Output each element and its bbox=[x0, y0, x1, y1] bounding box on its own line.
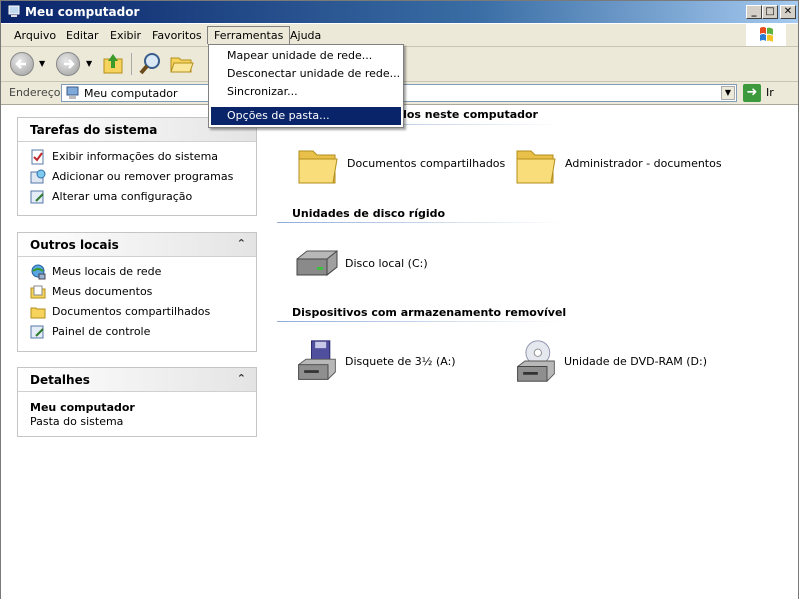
folders-icon[interactable] bbox=[169, 52, 195, 76]
address-label: Endereço bbox=[9, 86, 61, 99]
control-panel-icon bbox=[30, 190, 44, 204]
panel-details: Detalhes ⌃ Meu computador Pasta do siste… bbox=[17, 367, 257, 437]
content-area: Tarefas do sistema Exibir informações do… bbox=[1, 105, 798, 599]
menu-exibir[interactable]: Exibir bbox=[104, 27, 147, 44]
documents-folder-icon bbox=[30, 285, 46, 299]
menu-favoritos[interactable]: Favoritos bbox=[146, 27, 208, 44]
folder-icon bbox=[298, 150, 338, 184]
forward-dropdown-icon[interactable]: ▼ bbox=[86, 59, 92, 68]
toolbar-separator bbox=[131, 53, 132, 75]
minimize-button[interactable]: _ bbox=[746, 5, 762, 19]
panel-title: Detalhes bbox=[30, 373, 90, 387]
back-button[interactable] bbox=[10, 52, 34, 76]
panel-header[interactable]: Detalhes ⌃ bbox=[18, 368, 256, 392]
menu-item-disconnect-network-drive[interactable]: Desconectar unidade de rede... bbox=[211, 65, 401, 83]
menu-item-synchronize[interactable]: Sincronizar... bbox=[211, 83, 401, 101]
maximize-button[interactable]: □ bbox=[762, 5, 778, 19]
chevron-up-icon[interactable]: ⌃ bbox=[237, 237, 246, 250]
back-dropdown-icon[interactable]: ▼ bbox=[39, 59, 45, 68]
section-hard-disks-title: Unidades de disco rígido bbox=[292, 207, 446, 220]
section-stored-title: dos neste computador bbox=[399, 108, 538, 121]
panel-header[interactable]: Outros locais ⌃ bbox=[18, 233, 256, 257]
menu-item-folder-options[interactable]: Opções de pasta... bbox=[211, 107, 401, 125]
details-description: Pasta do sistema bbox=[30, 415, 124, 428]
tools-menu: Mapear unidade de rede... Desconectar un… bbox=[208, 44, 404, 128]
details-name: Meu computador bbox=[30, 401, 135, 414]
control-panel-icon bbox=[30, 325, 44, 339]
address-value: Meu computador bbox=[84, 87, 178, 100]
system-info-icon bbox=[31, 149, 44, 165]
section-removable-title: Dispositivos com armazenamento removível bbox=[292, 306, 567, 319]
explorer-window: Meu computador _ □ ✕ Arquivo Editar Exib… bbox=[0, 0, 799, 599]
folder-icon bbox=[30, 307, 46, 319]
chevron-up-icon[interactable]: ⌃ bbox=[237, 372, 246, 385]
dvd-drive-icon bbox=[517, 340, 555, 382]
window-title: Meu computador bbox=[25, 5, 140, 19]
go-label[interactable]: Ir bbox=[766, 86, 774, 99]
panel-other-places: Outros locais ⌃ Meus locais de rede Meus… bbox=[17, 232, 257, 352]
menu-item-map-network-drive[interactable]: Mapear unidade de rede... bbox=[211, 47, 401, 65]
folder-icon bbox=[516, 150, 556, 184]
menu-ajuda[interactable]: Ajuda bbox=[284, 27, 327, 44]
floppy-drive-icon bbox=[298, 340, 336, 380]
section-divider bbox=[277, 321, 562, 322]
menu-arquivo[interactable]: Arquivo bbox=[8, 27, 62, 44]
forward-button[interactable] bbox=[56, 52, 80, 76]
close-button[interactable]: ✕ bbox=[780, 5, 796, 19]
hard-disk-icon bbox=[296, 249, 338, 277]
panel-title: Tarefas do sistema bbox=[30, 123, 158, 137]
search-icon[interactable] bbox=[138, 51, 164, 77]
computer-icon bbox=[66, 86, 79, 99]
menu-ferramentas[interactable]: Ferramentas bbox=[207, 26, 291, 44]
arrow-left-icon bbox=[15, 59, 26, 69]
panel-title: Outros locais bbox=[30, 238, 119, 252]
programs-icon bbox=[30, 169, 46, 184]
go-button[interactable]: ➜ bbox=[743, 84, 761, 102]
section-divider bbox=[277, 222, 562, 223]
windows-logo-icon bbox=[746, 24, 786, 46]
arrow-right-icon: ➜ bbox=[746, 85, 758, 100]
folder-up-icon[interactable] bbox=[102, 51, 126, 77]
menu-editar[interactable]: Editar bbox=[60, 27, 105, 44]
address-dropdown-button[interactable]: ▼ bbox=[721, 86, 735, 100]
network-icon bbox=[31, 264, 46, 280]
arrow-right-icon bbox=[64, 59, 75, 69]
computer-icon bbox=[8, 5, 20, 17]
title-bar[interactable]: Meu computador _ □ ✕ bbox=[1, 1, 798, 23]
panel-system-tasks: Tarefas do sistema Exibir informações do… bbox=[17, 117, 257, 216]
